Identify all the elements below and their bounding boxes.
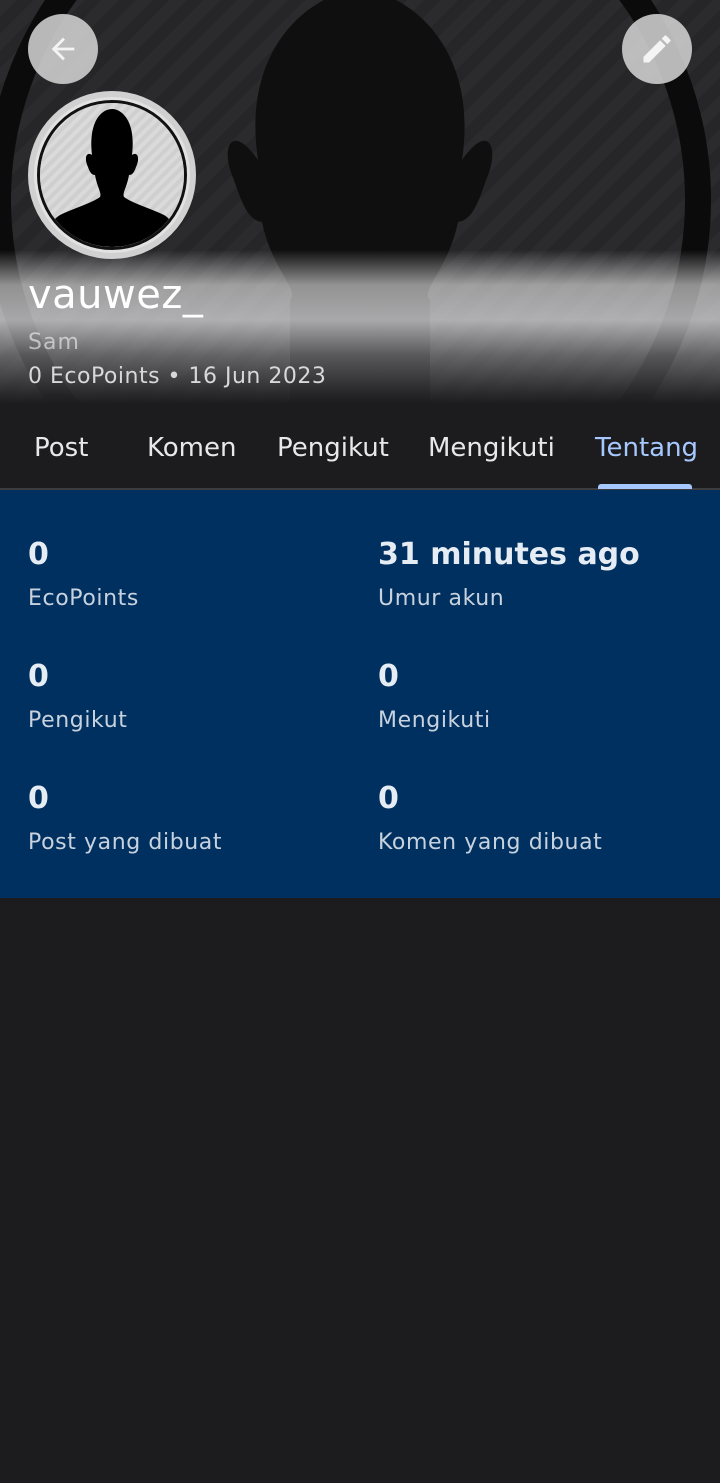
avatar-image (37, 100, 187, 250)
stat-label: Mengikuti (378, 708, 491, 733)
tab-post[interactable]: Post (34, 404, 88, 490)
display-name: Sam (28, 330, 80, 355)
stat-value: 0 (378, 659, 399, 694)
person-silhouette-icon (40, 103, 184, 247)
stat-value: 0 (28, 659, 49, 694)
about-stats-panel: 0 EcoPoints 31 minutes ago Umur akun 0 P… (0, 490, 720, 898)
tab-mengikuti[interactable]: Mengikuti (428, 404, 555, 490)
profile-meta: 0 EcoPoints • 16 Jun 2023 (28, 364, 327, 389)
stat-label: Post yang dibuat (28, 830, 223, 855)
stat-followers: 0 Pengikut (28, 660, 127, 736)
stat-posts-created: 0 Post yang dibuat (28, 782, 222, 858)
tab-tentang[interactable]: Tentang (595, 404, 698, 490)
stat-label: Komen yang dibuat (378, 830, 603, 855)
stat-comments-created: 0 Komen yang dibuat (378, 782, 602, 858)
profile-screen: vauwez_ Sam 0 EcoPoints • 16 Jun 2023 Po… (0, 0, 720, 1483)
edit-profile-button[interactable] (622, 14, 692, 84)
profile-tabs: Post Komen Pengikut Mengikuti Tentang (0, 404, 720, 490)
stat-value: 0 (28, 537, 49, 572)
arrow-left-icon (51, 37, 75, 61)
stat-value: 0 (378, 781, 399, 816)
pencil-icon (643, 35, 671, 63)
tab-pengikut[interactable]: Pengikut (277, 404, 389, 490)
stat-label: Pengikut (28, 708, 128, 733)
active-tab-indicator (598, 484, 692, 489)
stat-ecopoints: 0 EcoPoints (28, 538, 139, 614)
avatar[interactable] (28, 91, 196, 259)
back-button[interactable] (28, 14, 98, 84)
stat-following: 0 Mengikuti (378, 660, 491, 736)
tab-komen[interactable]: Komen (147, 404, 236, 490)
profile-header: vauwez_ Sam 0 EcoPoints • 16 Jun 2023 (0, 0, 720, 404)
stat-value: 0 (28, 781, 49, 816)
stat-account-age: 31 minutes ago Umur akun (378, 538, 640, 614)
stat-label: Umur akun (378, 586, 505, 611)
username: vauwez_ (28, 272, 204, 318)
stat-label: EcoPoints (28, 586, 139, 611)
stat-value: 31 minutes ago (378, 537, 640, 572)
